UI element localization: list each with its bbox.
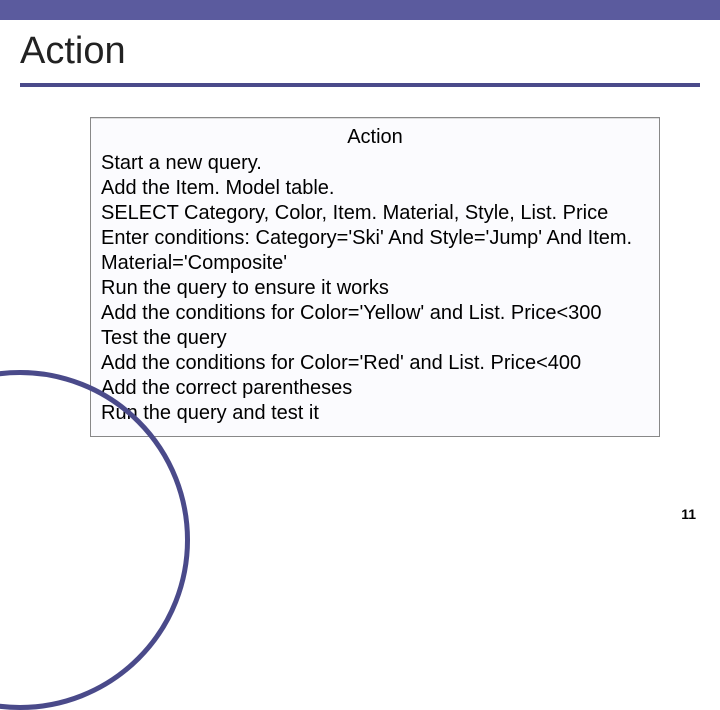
list-item: Add the conditions for Color='Red' and L… bbox=[101, 351, 649, 376]
list-item: Add the conditions for Color='Yellow' an… bbox=[101, 301, 649, 326]
title-underline bbox=[20, 83, 700, 87]
list-item: Start a new query. bbox=[101, 151, 649, 176]
list-item: Enter conditions: Category='Ski' And Sty… bbox=[101, 226, 649, 276]
list-item: Add the Item. Model table. bbox=[101, 176, 649, 201]
page-number: 11 bbox=[681, 506, 696, 522]
list-item: Run the query and test it bbox=[101, 401, 649, 426]
list-item: Test the query bbox=[101, 326, 649, 351]
action-steps: Start a new query. Add the Item. Model t… bbox=[101, 151, 649, 426]
list-item: Run the query to ensure it works bbox=[101, 276, 649, 301]
page-title: Action bbox=[0, 20, 720, 83]
list-item: Add the correct parentheses bbox=[101, 376, 649, 401]
action-box: Action Start a new query. Add the Item. … bbox=[90, 117, 660, 437]
list-item: SELECT Category, Color, Item. Material, … bbox=[101, 201, 649, 226]
action-box-header: Action bbox=[101, 126, 649, 149]
title-underline-wrap bbox=[0, 83, 720, 87]
top-decorative-band bbox=[0, 0, 720, 20]
